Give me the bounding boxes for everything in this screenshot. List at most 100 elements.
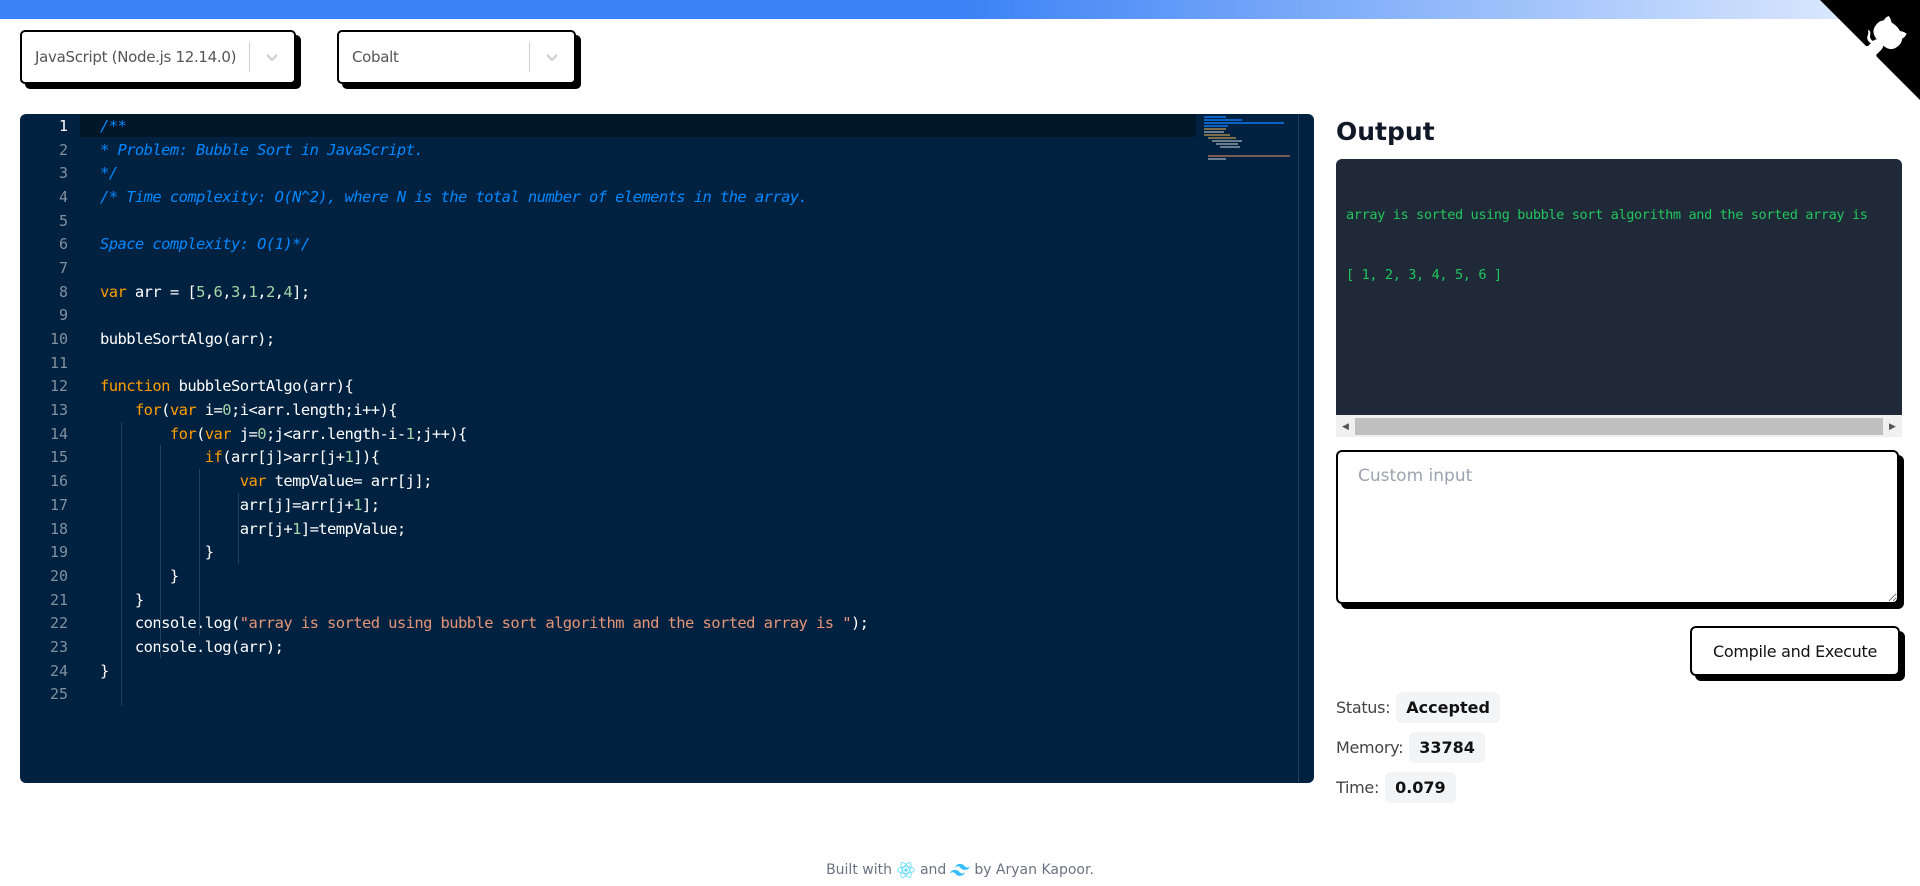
code-token-plain: ;j++){ — [414, 424, 467, 443]
code-text: bubbleSortAlgo(arr); — [100, 330, 275, 348]
code-line[interactable]: 1 /** — [20, 114, 1314, 138]
scroll-right-icon[interactable]: ▶ — [1883, 415, 1902, 437]
code-line[interactable]: 12 function bubbleSortAlgo(arr){ — [20, 375, 1314, 399]
theme-select[interactable]: Cobalt — [337, 30, 576, 84]
code-text: for(var i=0;i<arr.length;i++){ — [100, 401, 398, 420]
scrollbar-thumb[interactable] — [1355, 417, 1883, 435]
tailwind-icon — [950, 863, 971, 876]
code-line[interactable]: 22 console.log("array is sorted using bu… — [20, 611, 1314, 635]
output-panel: array is sorted using bubble sort algori… — [1336, 159, 1902, 437]
code-line[interactable]: 17 arr[j]=arr[j+1]; — [20, 493, 1314, 517]
time-badge: 0.079 — [1385, 772, 1456, 803]
language-select[interactable]: JavaScript (Node.js 12.14.0) — [20, 30, 296, 84]
chevron-down-icon[interactable] — [530, 47, 574, 67]
chevron-down-icon[interactable] — [250, 47, 294, 67]
top-gradient-bar — [0, 0, 1920, 19]
code-line[interactable]: 19 } — [20, 540, 1314, 564]
code-token-plain: ( — [196, 424, 205, 443]
memory-label: Memory: — [1336, 738, 1404, 757]
line-number: 21 — [49, 590, 68, 609]
code-token-plain: } — [100, 543, 214, 562]
code-line[interactable]: 25 — [20, 683, 1314, 707]
time-label: Time: — [1336, 778, 1380, 797]
code-text: } — [100, 543, 214, 561]
output-line: array is sorted using bubble sort algori… — [1346, 207, 1868, 223]
code-line[interactable]: 14 for(var j=0;j<arr.length-i-1;j++){ — [20, 422, 1314, 446]
line-number: 24 — [49, 661, 68, 680]
code-token-kw: var — [239, 472, 267, 491]
line-number: 8 — [58, 282, 68, 301]
code-token-plain: ;i<arr.length;i++){ — [231, 401, 398, 420]
custom-input-textarea[interactable] — [1336, 450, 1899, 604]
code-token-kw: for — [134, 401, 162, 420]
line-number: 12 — [49, 377, 68, 396]
status-badge: Accepted — [1396, 692, 1500, 723]
code-line[interactable]: 5 — [20, 209, 1314, 233]
code-text: /* Time complexity: O(N^2), where N is t… — [100, 188, 808, 206]
code-token-cmt: Space complexity: O(1)*/ — [100, 235, 310, 254]
code-text: for(var j=0;j<arr.length-i-1;j++){ — [100, 424, 468, 443]
code-line[interactable]: 9 — [20, 304, 1314, 328]
code-text: var arr = [5,6,3,1,2,4]; — [100, 283, 310, 301]
code-line[interactable]: 21 } — [20, 588, 1314, 612]
code-line[interactable]: 24} — [20, 659, 1314, 683]
code-line[interactable]: 23 console.log(arr); — [20, 635, 1314, 659]
code-line[interactable]: 3 */ — [20, 161, 1314, 185]
code-line[interactable]: 13 for(var i=0;i<arr.length;i++){ — [20, 398, 1314, 422]
line-number: 3 — [58, 164, 68, 183]
footer-author: by Aryan Kapoor. — [974, 862, 1094, 878]
code-line[interactable]: 11 — [20, 351, 1314, 375]
scroll-left-icon[interactable]: ◀ — [1336, 415, 1355, 437]
code-token-plain: (arr[j]>arr[j+ — [222, 448, 345, 467]
status-row: Status: Accepted — [1336, 692, 1500, 723]
code-line[interactable]: 8 var arr = [5,6,3,1,2,4]; — [20, 280, 1314, 304]
code-line[interactable]: 18 arr[j+1]=tempValue; — [20, 517, 1314, 541]
editor-vertical-scrollbar[interactable] — [1298, 114, 1299, 783]
output-horizontal-scrollbar[interactable]: ◀ ▶ — [1336, 415, 1902, 437]
language-select-value: JavaScript (Node.js 12.14.0) — [35, 48, 237, 66]
time-row: Time: 0.079 — [1336, 772, 1456, 803]
code-token-plain: arr = [ — [126, 282, 197, 301]
code-token-kw: function — [100, 377, 170, 396]
code-line[interactable]: 2 * Problem: Bubble Sort in JavaScript. — [20, 138, 1314, 162]
theme-select-value: Cobalt — [352, 48, 399, 66]
footer-built-with: Built with — [826, 862, 892, 878]
github-corner-link[interactable] — [1820, 0, 1920, 100]
code-line[interactable]: 6 Space complexity: O(1)*/ — [20, 232, 1314, 256]
code-text: var tempValue= arr[j]; — [100, 472, 433, 491]
code-token-plain: ]=tempValue; — [300, 519, 406, 538]
code-line[interactable]: 15 if(arr[j]>arr[j+1]){ — [20, 446, 1314, 470]
line-number: 13 — [49, 401, 68, 420]
line-number: 17 — [49, 495, 68, 514]
code-line[interactable]: 4 /* Time complexity: O(N^2), where N is … — [20, 185, 1314, 209]
code-text: Space complexity: O(1)*/ — [100, 235, 310, 253]
line-number: 1 — [58, 116, 68, 135]
code-token-num: 1 — [344, 448, 354, 467]
indent-guide — [199, 469, 200, 635]
indent-guide — [238, 493, 239, 564]
compile-and-execute-button[interactable]: Compile and Execute — [1690, 626, 1900, 676]
code-token-num: 3 — [231, 282, 240, 301]
line-number: 10 — [49, 330, 68, 349]
code-text: } — [100, 567, 179, 585]
code-text: if(arr[j]>arr[j+1]){ — [100, 448, 380, 467]
code-token-num: 2 — [265, 282, 275, 301]
editor-minimap[interactable] — [1198, 114, 1296, 174]
line-number: 15 — [49, 448, 68, 467]
code-editor[interactable]: 1 /** 2 * Problem: Bubble Sort in JavaScrip… — [20, 114, 1314, 783]
code-token-plain: } — [100, 566, 179, 585]
line-number: 18 — [49, 519, 68, 538]
code-token-plain: ]){ — [353, 448, 380, 467]
code-line[interactable]: 20 } — [20, 564, 1314, 588]
editor-lines[interactable]: 1 /** 2 * Problem: Bubble Sort in JavaScrip… — [20, 114, 1314, 706]
code-token-plain: ); — [850, 614, 869, 633]
code-text: /** — [100, 117, 127, 135]
code-token-plain: tempValue= arr[j]; — [265, 472, 433, 491]
code-line[interactable]: 16 var tempValue= arr[j]; — [20, 469, 1314, 493]
code-token-plain: arr[j+ — [100, 519, 293, 538]
code-line[interactable]: 7 — [20, 256, 1314, 280]
line-number: 2 — [58, 140, 68, 159]
code-line[interactable]: 10 bubbleSortAlgo(arr); — [20, 327, 1314, 351]
